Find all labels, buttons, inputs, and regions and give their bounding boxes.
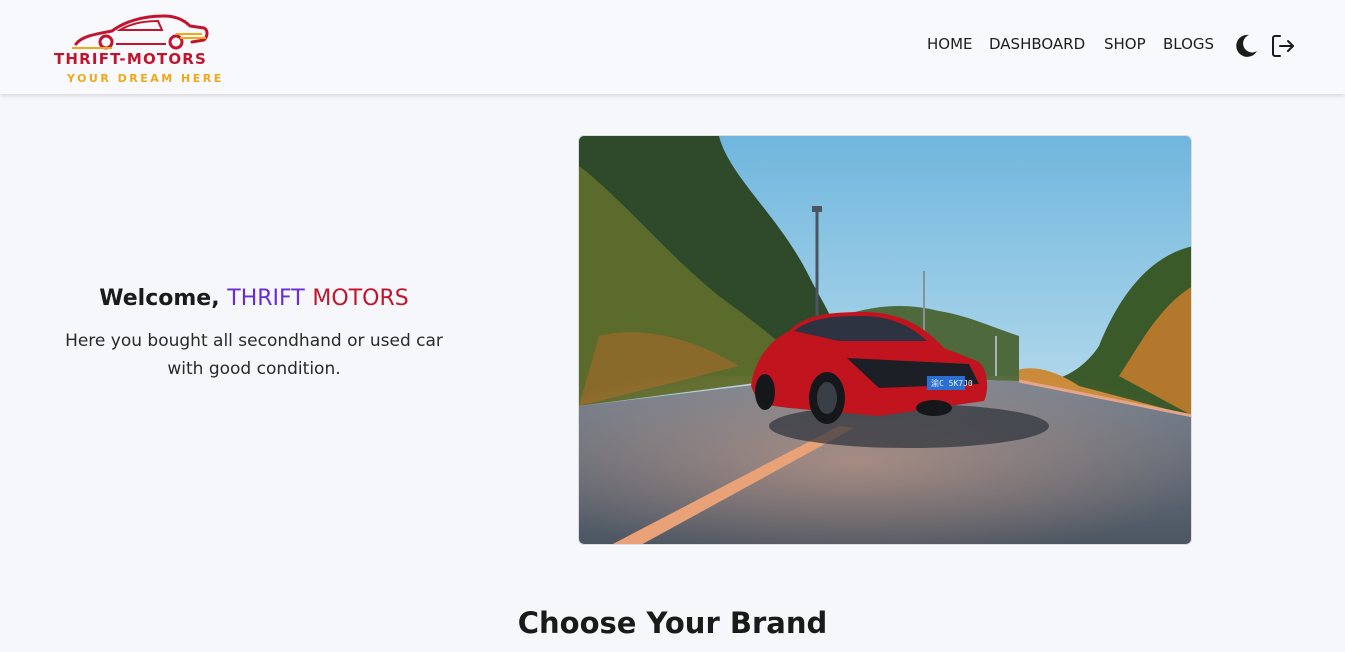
logout-icon[interactable] xyxy=(1270,33,1296,59)
navbar: THRIFT-MOTORS YOUR DREAM HERE HOME DASHB… xyxy=(0,0,1345,94)
logo[interactable]: THRIFT-MOTORS YOUR DREAM HERE xyxy=(52,14,234,88)
license-plate-text: 渝C 5K7J0 xyxy=(931,378,973,388)
welcome-prefix: Welcome, xyxy=(99,286,228,311)
nav-blogs-link[interactable]: BLOGS xyxy=(1163,35,1214,53)
welcome-brand-motors: MOTORS xyxy=(312,286,409,311)
welcome-heading: Welcome, THRIFT MOTORS xyxy=(40,286,468,311)
choose-brand-heading: Choose Your Brand xyxy=(517,606,828,640)
car-photo: 渝C 5K7J0 xyxy=(579,136,1191,544)
car-logo-icon xyxy=(72,14,209,50)
nav-home-link[interactable]: HOME xyxy=(927,35,973,53)
moon-icon[interactable] xyxy=(1233,33,1259,59)
hero-car-image: 渝C 5K7J0 xyxy=(578,135,1192,545)
nav-dashboard-link[interactable]: DASHBOARD xyxy=(989,35,1085,53)
logo-tagline: YOUR DREAM HERE xyxy=(67,72,224,85)
welcome-brand-thrift: THRIFT xyxy=(227,286,305,311)
hero-subtitle: Here you bought all secondhand or used c… xyxy=(65,331,443,379)
logo-title: THRIFT-MOTORS xyxy=(54,50,208,68)
hero-text: Welcome, THRIFT MOTORS Here you bought a… xyxy=(40,286,468,383)
nav-shop-link[interactable]: SHOP xyxy=(1104,35,1146,53)
